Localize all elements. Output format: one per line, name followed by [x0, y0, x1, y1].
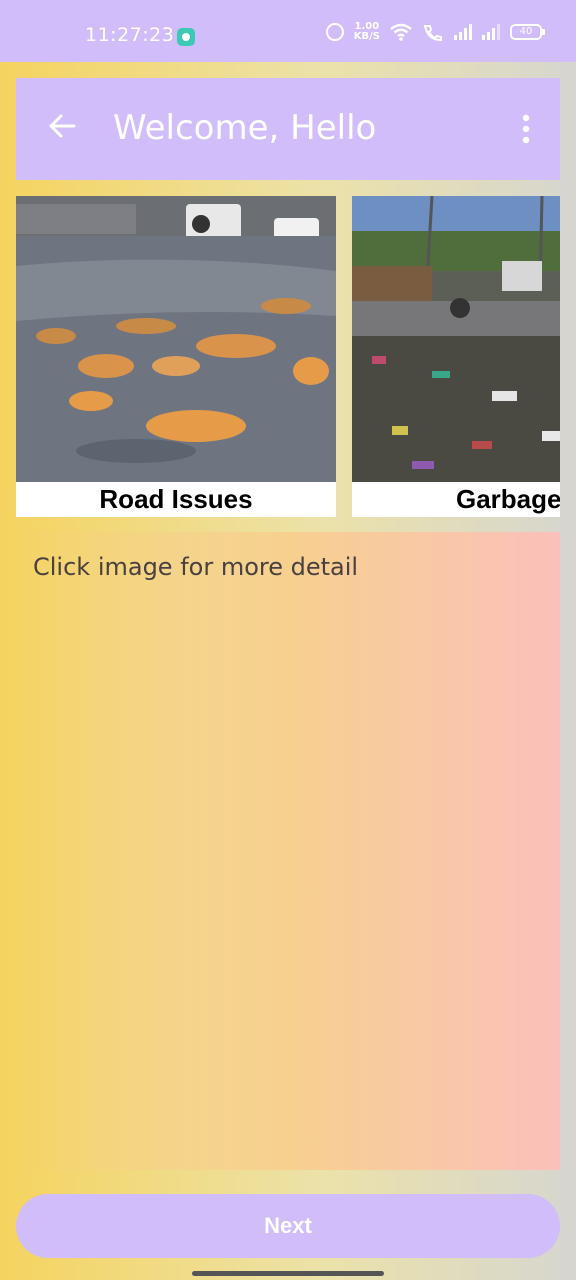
network-speed-unit: KB/S — [353, 31, 380, 42]
battery-icon: 40 — [510, 24, 545, 40]
hint-text: Click image for more detail — [33, 553, 359, 581]
app-notification-icon — [177, 28, 195, 46]
category-carousel[interactable]: Road Issues Garbage — [16, 196, 560, 517]
app-bar: Welcome, Hello — [16, 78, 560, 180]
status-icons: 1.00 KB/S 40 — [325, 22, 545, 42]
garbage-dump-photo[interactable] — [352, 196, 560, 482]
home-indicator[interactable] — [192, 1271, 384, 1276]
signal-icon-2 — [482, 24, 500, 40]
call-icon — [423, 25, 442, 41]
signal-icon-1 — [454, 24, 472, 40]
category-label: Garbage — [456, 484, 560, 514]
detail-panel: Click image for more detail — [16, 532, 560, 1170]
network-speed: 1.00 KB/S — [354, 22, 380, 42]
status-bar: 11:27:23 1.00 KB/S 40 — [0, 0, 576, 62]
road-potholes-photo[interactable] — [16, 196, 336, 482]
category-card-road-issues[interactable]: Road Issues — [16, 196, 336, 517]
page-title: Welcome, Hello — [113, 108, 377, 148]
next-button[interactable]: Next — [16, 1194, 560, 1258]
category-label: Road Issues — [99, 484, 253, 514]
wifi-icon — [390, 23, 412, 41]
more-vert-icon[interactable] — [518, 114, 534, 144]
category-card-garbage[interactable]: Garbage — [352, 196, 560, 517]
status-time: 11:27:23 — [85, 24, 175, 46]
arrow-left-icon[interactable] — [46, 110, 78, 142]
alarm-icon — [325, 23, 344, 41]
